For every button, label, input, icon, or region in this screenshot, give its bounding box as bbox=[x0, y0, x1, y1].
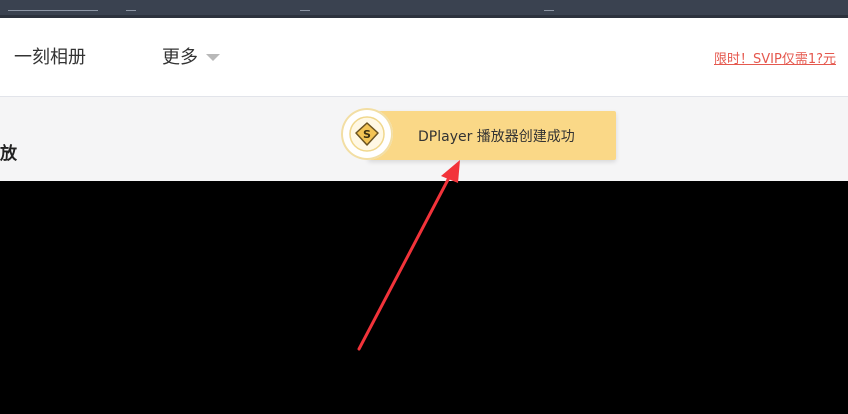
chevron-down-icon bbox=[206, 54, 220, 61]
tab-fragment bbox=[544, 2, 554, 11]
browser-top-strip bbox=[0, 0, 848, 18]
video-player[interactable] bbox=[0, 181, 848, 414]
toast-notification: DPlayer 播放器创建成功 bbox=[368, 111, 616, 160]
tab-fragment bbox=[300, 2, 310, 11]
nav-more-label: 更多 bbox=[162, 47, 198, 68]
nav-item-album[interactable]: 一刻相册 bbox=[14, 43, 86, 69]
svip-diamond-icon: S bbox=[341, 108, 393, 160]
svip-promo-link[interactable]: 限时！SVIP仅需1?元 bbox=[714, 48, 836, 67]
tab-fragment bbox=[126, 2, 136, 11]
badge-letter: S bbox=[363, 128, 371, 141]
tab-fragment bbox=[8, 2, 98, 11]
top-navigation: 一刻相册 更多 限时！SVIP仅需1?元 bbox=[0, 18, 848, 97]
nav-item-more[interactable]: 更多 bbox=[162, 43, 220, 69]
toast-message: DPlayer 播放器创建成功 bbox=[418, 129, 575, 145]
page-title: 放 bbox=[0, 144, 17, 164]
